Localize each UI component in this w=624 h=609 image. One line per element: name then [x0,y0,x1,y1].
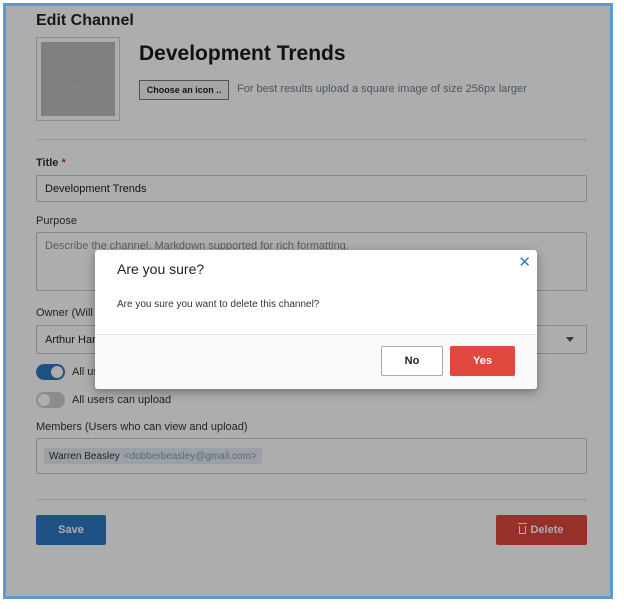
screenshot-frame: Edit Channel ... Development Trends Choo… [3,3,613,599]
dialog-message: Are you sure you want to delete this cha… [117,299,320,310]
close-icon[interactable]: ✕ [518,253,531,271]
dialog-divider [95,334,537,335]
dialog-title: Are you sure? [117,261,205,277]
yes-button[interactable]: Yes [450,346,515,376]
no-button[interactable]: No [381,346,443,376]
confirm-delete-dialog: Are you sure? ✕ Are you sure you want to… [95,250,537,389]
